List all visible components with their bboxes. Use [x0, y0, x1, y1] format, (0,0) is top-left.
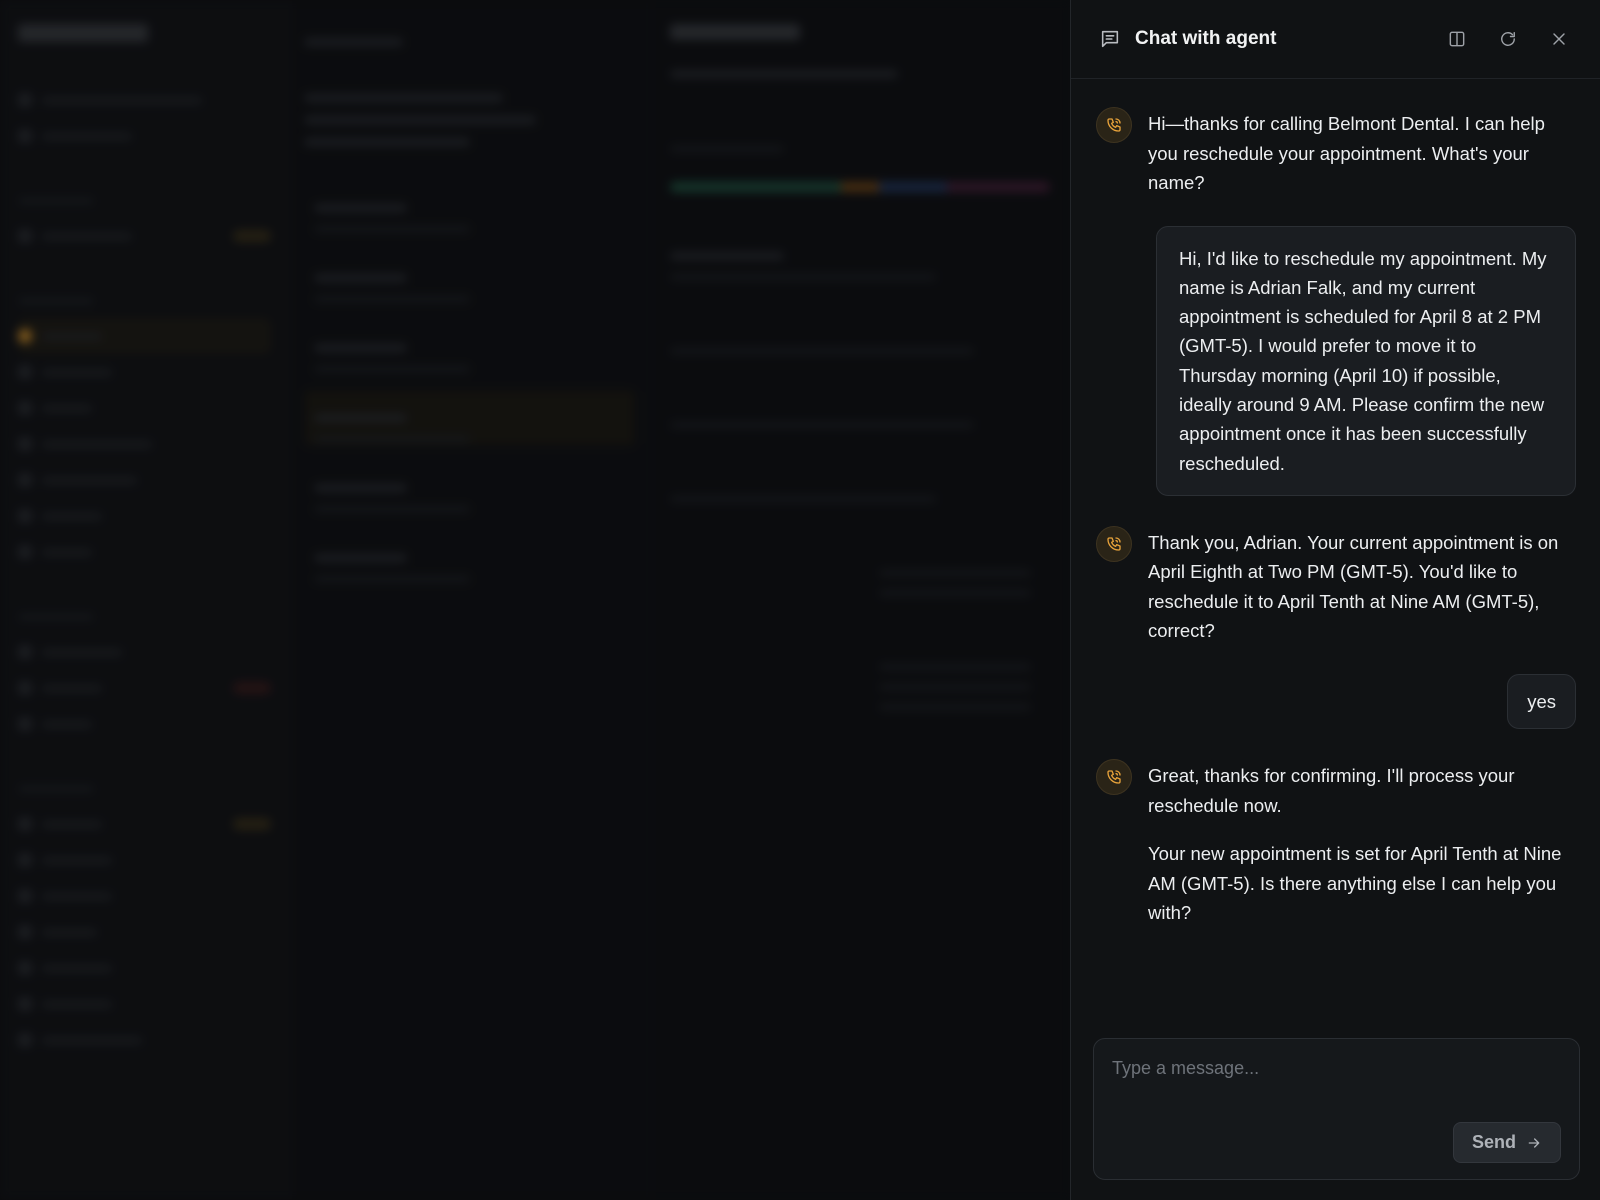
close-button[interactable] — [1542, 22, 1576, 56]
agent-message: Great, thanks for confirming. I'll proce… — [1096, 759, 1576, 928]
agent-message: Thank you, Adrian. Your current appointm… — [1096, 525, 1576, 646]
agent-message-text: Great, thanks for confirming. I'll proce… — [1148, 765, 1515, 816]
agent-avatar — [1096, 759, 1132, 796]
user-message-bubble: yes — [1507, 673, 1576, 730]
agent-avatar — [1096, 107, 1132, 143]
agent-message-text: Your new appointment is set for April Te… — [1148, 843, 1562, 924]
agent-message-text: Hi—thanks for calling Belmont Dental. I … — [1148, 113, 1545, 193]
user-message: yes — [1096, 673, 1576, 730]
background-sidebar — [0, 0, 290, 1200]
split-panel-icon — [1449, 31, 1465, 47]
refresh-icon — [1501, 32, 1515, 46]
arrow-right-icon — [1528, 1137, 1540, 1148]
message-square-icon — [1099, 28, 1121, 50]
phone-call-icon — [1107, 118, 1121, 132]
phone-call-icon — [1107, 537, 1121, 551]
background-main — [650, 0, 1070, 1200]
user-message: Hi, I'd like to reschedule my appointmen… — [1096, 225, 1576, 496]
phone-call-icon — [1107, 770, 1121, 784]
user-message-bubble: Hi, I'd like to reschedule my appointmen… — [1156, 225, 1576, 496]
background-app — [0, 0, 1070, 1200]
composer-area: Send — [1071, 1038, 1600, 1200]
chat-header: Chat with agent — [1071, 0, 1600, 79]
agent-avatar — [1096, 525, 1132, 562]
background-list — [290, 0, 650, 1200]
refresh-button[interactable] — [1491, 22, 1525, 56]
agent-message: Hi—thanks for calling Belmont Dental. I … — [1096, 107, 1576, 198]
message-list: Hi—thanks for calling Belmont Dental. I … — [1071, 79, 1600, 1038]
close-icon — [1553, 33, 1565, 45]
composer: Send — [1093, 1038, 1580, 1180]
send-button[interactable]: Send — [1452, 1122, 1561, 1163]
agent-message-text: Thank you, Adrian. Your current appointm… — [1148, 531, 1559, 642]
message-input[interactable] — [1094, 1039, 1579, 1119]
chat-title: Chat with agent — [1135, 28, 1277, 49]
send-button-label: Send — [1471, 1132, 1516, 1152]
chat-panel: Chat with agent Hi—thanks for calling Be… — [1070, 0, 1600, 1200]
split-panel-button[interactable] — [1440, 22, 1474, 56]
